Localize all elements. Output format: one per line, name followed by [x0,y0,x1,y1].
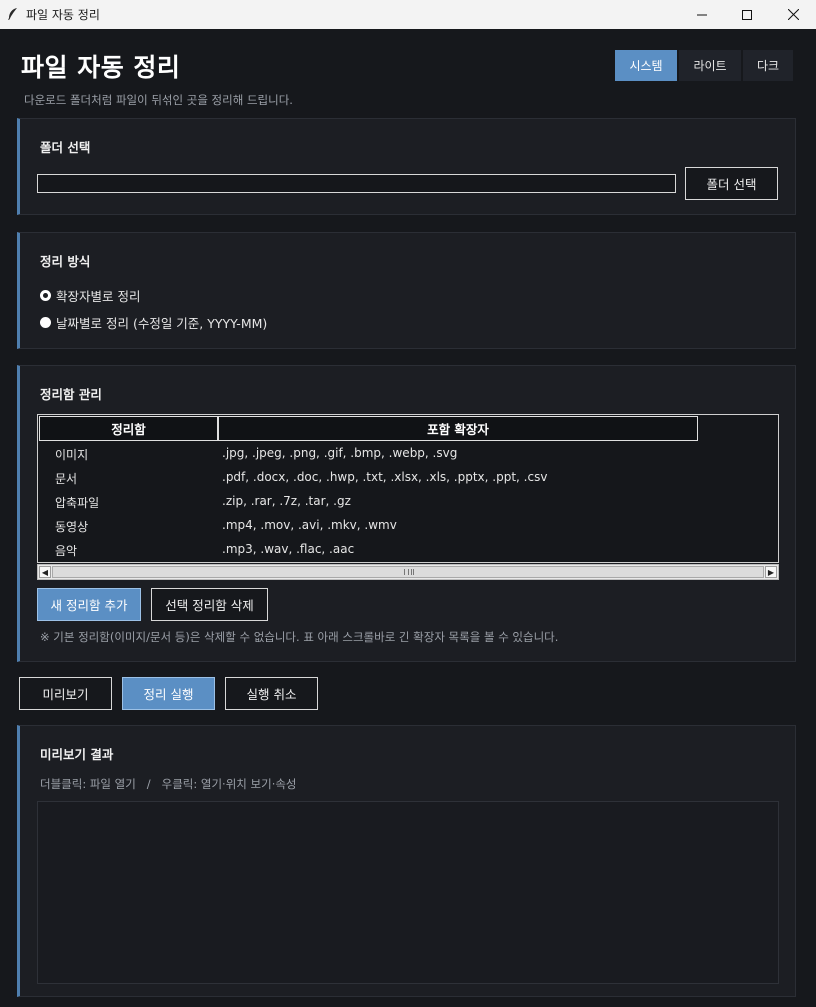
bin-name: 음악 [55,544,78,558]
scrollbar-grip-icon [404,569,414,575]
bin-extensions: .mp3, .wav, .flac, .aac [222,542,355,556]
scrollbar-thumb[interactable] [52,566,764,578]
method-panel-title: 정리 방식 [40,254,91,269]
bins-note: ※ 기본 정리함(이미지/문서 등)은 삭제할 수 없습니다. 표 아래 스크롤… [40,630,559,644]
table-horizontal-scrollbar[interactable]: ◀ ▶ [37,564,779,580]
result-hint: 더블클릭: 파일 열기 / 우클릭: 열기·위치 보기·속성 [40,777,297,791]
radio-by-extension[interactable]: 확장자별로 정리 [40,286,140,305]
bin-extensions: .jpg, .jpeg, .png, .gif, .bmp, .webp, .s… [222,446,458,460]
preview-result-panel: 미리보기 결과 더블클릭: 파일 열기 / 우클릭: 열기·위치 보기·속성 [17,725,796,997]
run-organize-button[interactable]: 정리 실행 [122,677,215,710]
bins-table[interactable]: 정리함 포함 확장자 이미지 .jpg, .jpeg, .png, .gif, … [37,414,779,563]
table-row[interactable]: 동영상 .mp4, .mov, .avi, .mkv, .wmv [38,514,778,538]
feather-icon [8,8,17,20]
close-button[interactable] [770,0,816,29]
undo-button[interactable]: 실행 취소 [225,677,318,710]
theme-system-button[interactable]: 시스템 [615,50,677,81]
bin-name: 동영상 [55,520,89,534]
bin-extensions: .zip, .rar, .7z, .tar, .gz [222,494,351,508]
select-folder-button[interactable]: 폴더 선택 [685,167,778,200]
folder-path-input[interactable] [37,174,676,193]
scroll-right-icon[interactable]: ▶ [765,566,777,578]
radio-by-date[interactable]: 날짜별로 정리 (수정일 기준, YYYY-MM) [40,313,267,332]
folder-panel-title: 폴더 선택 [40,140,91,155]
page-title: 파일 자동 정리 [21,53,181,82]
bin-extensions: .mp4, .mov, .avi, .mkv, .wmv [222,518,397,532]
radio-by-extension-label: 확장자별로 정리 [56,289,141,304]
bin-name: 이미지 [55,448,89,462]
bins-panel-title: 정리함 관리 [40,387,102,402]
minimize-button[interactable] [679,0,725,29]
bin-name: 압축파일 [55,496,100,510]
preview-result-list[interactable] [37,801,779,984]
table-row[interactable]: 문서 .pdf, .docx, .doc, .hwp, .txt, .xlsx,… [38,466,778,490]
bin-name: 문서 [55,472,78,486]
add-bin-button[interactable]: 새 정리함 추가 [37,588,141,621]
maximize-icon [742,9,752,20]
delete-bin-button[interactable]: 선택 정리함 삭제 [151,588,268,621]
sort-method-panel: 정리 방식 확장자별로 정리 날짜별로 정리 (수정일 기준, YYYY-MM) [17,232,796,349]
theme-dark-button[interactable]: 다크 [743,50,793,81]
table-row[interactable]: 음악 .mp3, .wav, .flac, .aac [38,538,778,562]
table-row[interactable]: 압축파일 .zip, .rar, .7z, .tar, .gz [38,490,778,514]
radio-by-date-label: 날짜별로 정리 (수정일 기준, YYYY-MM) [56,316,268,331]
window-titlebar: 파일 자동 정리 [0,0,816,29]
scroll-left-icon[interactable]: ◀ [39,566,51,578]
close-icon [787,9,799,20]
theme-light-button[interactable]: 라이트 [679,50,741,81]
column-header-bin[interactable]: 정리함 [39,416,218,441]
preview-button[interactable]: 미리보기 [19,677,112,710]
minimize-icon [697,14,707,15]
table-row[interactable]: 이미지 .jpg, .jpeg, .png, .gif, .bmp, .webp… [38,442,778,466]
window-title: 파일 자동 정리 [26,8,100,22]
folder-select-panel: 폴더 선택 폴더 선택 [17,118,796,215]
bins-panel: 정리함 관리 정리함 포함 확장자 이미지 .jpg, .jpeg, .png,… [17,365,796,662]
maximize-button[interactable] [724,0,770,29]
column-header-extensions[interactable]: 포함 확장자 [218,416,698,441]
bin-extensions: .pdf, .docx, .doc, .hwp, .txt, .xlsx, .x… [222,470,548,484]
page-subtitle: 다운로드 폴더처럼 파일이 뒤섞인 곳을 정리해 드립니다. [24,93,293,107]
radio-checked-icon [40,290,51,301]
radio-unchecked-icon [40,317,51,328]
result-panel-title: 미리보기 결과 [40,747,114,762]
